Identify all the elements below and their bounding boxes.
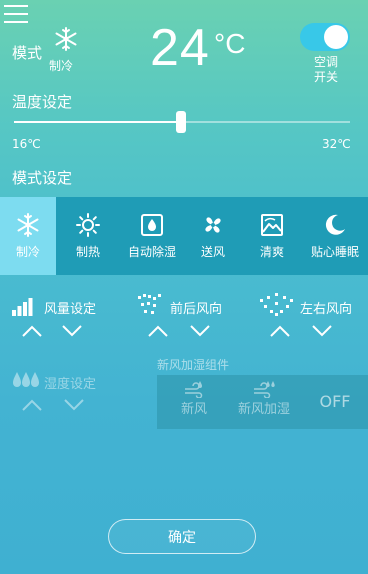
fan-speed-label: 风量设定 xyxy=(44,302,97,317)
temp-slider-fill xyxy=(14,121,181,123)
humidity-down-button[interactable] xyxy=(64,399,84,411)
snowflake-icon xyxy=(54,27,78,51)
moon-icon xyxy=(323,213,347,237)
left-right-down-button[interactable] xyxy=(312,325,332,337)
fan-speed-up-button[interactable] xyxy=(22,325,42,337)
front-back-wind-label: 前后风向 xyxy=(170,302,223,317)
mode-label: 制热 xyxy=(75,244,100,259)
left-right-up-button[interactable] xyxy=(270,325,290,337)
temperature-unit: °C xyxy=(214,28,246,59)
signal-bars-icon xyxy=(12,296,38,316)
toggle-knob xyxy=(324,25,348,49)
temp-min-label: 16℃ xyxy=(12,137,41,151)
front-back-down-button[interactable] xyxy=(190,325,210,337)
fresh-air-humidify-label: 新风加湿 xyxy=(237,402,290,417)
mode-fan[interactable]: 送风 xyxy=(184,197,242,275)
horizontal-swing-icon xyxy=(260,293,294,317)
fresh-air-panel: 新风 新风加湿 OFF xyxy=(157,375,368,429)
sun-icon xyxy=(76,212,100,237)
humidity-label: 湿度设定 xyxy=(44,377,97,392)
humidity-drops-icon xyxy=(12,370,40,390)
fresh-air-module-title: 新风加湿组件 xyxy=(157,358,230,372)
snowflake-icon xyxy=(16,212,40,237)
water-drop-icon xyxy=(140,213,164,237)
wind-drop-icon xyxy=(169,380,219,398)
fresh-air-label: 新风 xyxy=(180,402,207,417)
mode-label: 清爽 xyxy=(259,244,284,259)
mode-label: 自动除湿 xyxy=(127,244,176,259)
vertical-swing-icon xyxy=(138,294,164,316)
mode-label: 送风 xyxy=(200,244,225,259)
menu-icon[interactable] xyxy=(4,4,28,24)
mode-label: 贴心睡眠 xyxy=(310,244,359,259)
fresh-air-button[interactable]: 新风 xyxy=(169,380,219,417)
fan-icon xyxy=(201,213,225,237)
ac-switch-label: 空调 开关 xyxy=(306,55,346,85)
left-right-wind-label: 左右风向 xyxy=(300,302,353,317)
fresh-air-off-button[interactable]: OFF xyxy=(313,392,357,411)
fan-speed-down-button[interactable] xyxy=(62,325,82,337)
humidity-up-button[interactable] xyxy=(22,399,42,411)
ac-switch-label-line1: 空调 xyxy=(313,55,338,69)
mode-label: 制冷 xyxy=(15,244,40,259)
ac-power-toggle[interactable] xyxy=(300,23,350,51)
temperature-display: 24 xyxy=(150,19,210,77)
temp-slider-thumb[interactable] xyxy=(176,111,186,133)
temp-setting-title: 温度设定 xyxy=(12,93,73,111)
mode-sleep[interactable]: 贴心睡眠 xyxy=(302,197,368,275)
ac-switch-label-line2: 开关 xyxy=(313,70,338,84)
mode-label: 模式 xyxy=(12,44,43,62)
wind-drops-icon xyxy=(231,380,297,398)
fresh-air-humidify-button[interactable]: 新风加湿 xyxy=(231,380,297,417)
temp-max-label: 32℃ xyxy=(322,137,351,151)
confirm-button[interactable]: 确定 xyxy=(108,519,256,554)
mode-refresh[interactable]: 清爽 xyxy=(242,197,302,275)
mode-cool[interactable]: 制冷 xyxy=(0,197,56,275)
mode-heat[interactable]: 制热 xyxy=(56,197,120,275)
mode-selector: 制冷 制热 自动除湿 送风 清爽 贴心睡眠 xyxy=(0,197,368,275)
front-back-up-button[interactable] xyxy=(148,325,168,337)
mountain-icon xyxy=(260,213,284,237)
mode-dehumidify[interactable]: 自动除湿 xyxy=(120,197,184,275)
mode-setting-title: 模式设定 xyxy=(12,169,73,187)
current-mode-label: 制冷 xyxy=(49,59,74,73)
